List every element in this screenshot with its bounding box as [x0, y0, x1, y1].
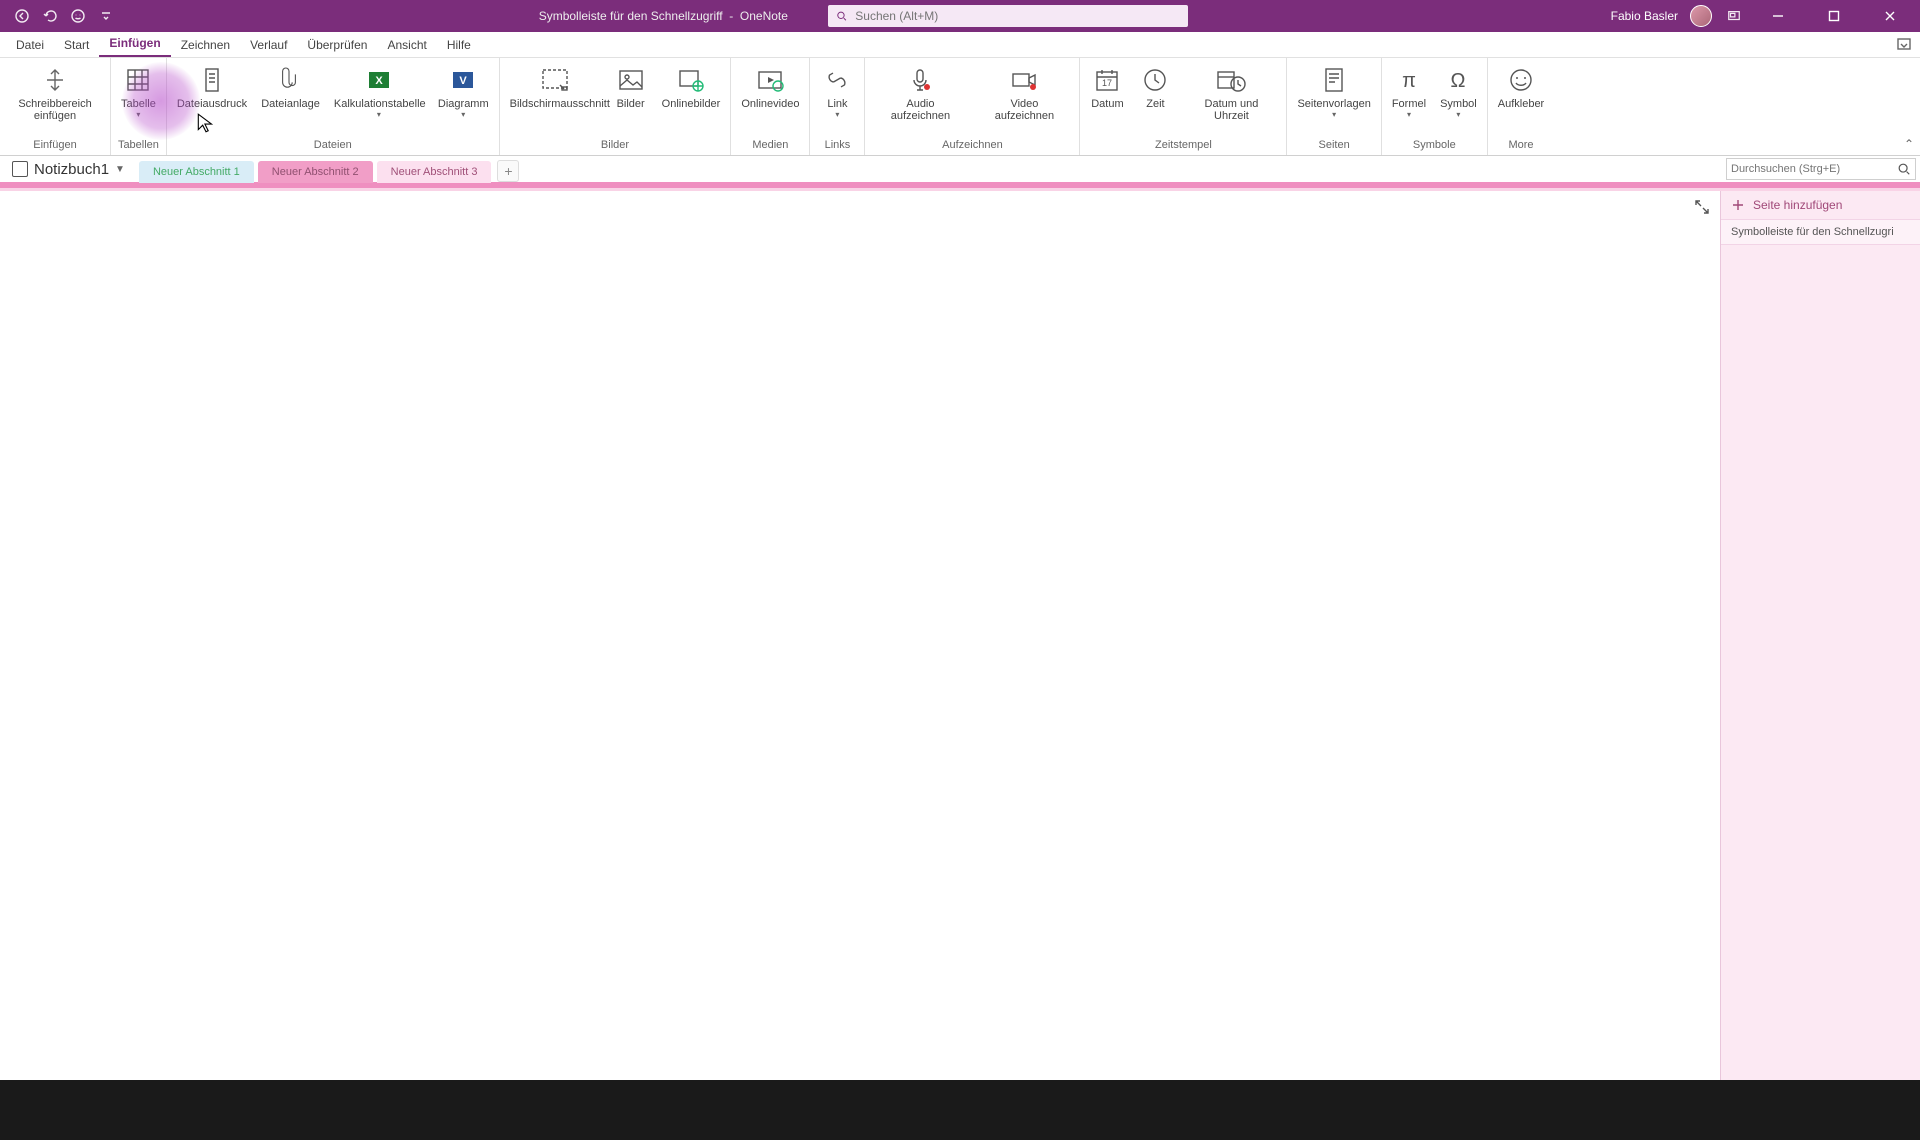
tab-hilfe[interactable]: Hilfe — [437, 34, 481, 57]
title-bar: Symbolleiste für den Schnellzugriff - On… — [0, 0, 1920, 32]
group-label: Bilder — [504, 139, 727, 153]
page-canvas[interactable] — [0, 191, 1720, 1080]
title-text: Symbolleiste für den Schnellzugriff - On… — [539, 9, 788, 23]
group-label: Einfügen — [4, 139, 106, 153]
page-search-input[interactable] — [1731, 163, 1897, 175]
search-box[interactable] — [828, 5, 1188, 27]
close-button[interactable] — [1868, 0, 1912, 32]
table-button[interactable]: Tabelle — [115, 62, 162, 121]
collapse-ribbon-icon[interactable]: ⌃ — [1904, 137, 1914, 151]
window-present-icon[interactable] — [1724, 6, 1744, 26]
page-templates-button[interactable]: Seitenvorlagen — [1291, 62, 1376, 121]
group-label: Links — [814, 139, 860, 153]
section-tab-2[interactable]: Neuer Abschnitt 2 — [258, 161, 373, 183]
avatar[interactable] — [1690, 5, 1712, 27]
plus-icon — [1731, 198, 1745, 212]
group-label: Zeitstempel — [1084, 139, 1282, 153]
tab-ueberpruefen[interactable]: Überprüfen — [297, 34, 377, 57]
date-time-button[interactable]: Datum und Uhrzeit — [1180, 62, 1282, 124]
svg-text:17: 17 — [1102, 78, 1112, 88]
group-label: Medien — [735, 139, 805, 153]
section-tab-3[interactable]: Neuer Abschnitt 3 — [377, 161, 492, 183]
qat-customize-icon[interactable] — [96, 6, 116, 26]
spreadsheet-button[interactable]: X Kalkulationstabelle — [328, 62, 430, 121]
ribbon-display-options-icon[interactable] — [1896, 36, 1912, 55]
ribbon-tabs: Datei Start Einfügen Zeichnen Verlauf Üb… — [0, 32, 1920, 58]
notebook-picker[interactable]: Notizbuch1 ▼ — [8, 159, 135, 180]
maximize-button[interactable] — [1812, 0, 1856, 32]
notebook-name: Notizbuch1 — [34, 161, 109, 178]
group-label: Tabellen — [115, 139, 162, 153]
record-video-button[interactable]: Video aufzeichnen — [973, 62, 1075, 124]
svg-text:Ω: Ω — [1451, 70, 1466, 92]
notebook-icon — [12, 161, 28, 177]
group-label: Dateien — [171, 139, 495, 153]
tab-datei[interactable]: Datei — [6, 34, 54, 57]
pictures-button[interactable]: Bilder — [608, 62, 654, 112]
online-video-button[interactable]: Onlinevideo — [735, 62, 805, 112]
date-button[interactable]: 17 Datum — [1084, 62, 1130, 112]
group-label: Aufzeichnen — [869, 139, 1075, 153]
add-section-button[interactable]: + — [497, 160, 519, 182]
expand-page-icon[interactable] — [1694, 199, 1710, 218]
sections-row: Notizbuch1 ▼ Neuer Abschnitt 1 Neuer Abs… — [0, 156, 1920, 182]
undo-icon[interactable] — [40, 6, 60, 26]
file-attachment-button[interactable]: Dateianlage — [255, 62, 326, 112]
emoji-icon[interactable] — [68, 6, 88, 26]
file-printout-button[interactable]: Dateiausdruck — [171, 62, 253, 112]
equation-button[interactable]: π Formel — [1386, 62, 1432, 121]
page-list-panel: Seite hinzufügen Symbolleiste für den Sc… — [1720, 191, 1920, 1080]
section-tab-1[interactable]: Neuer Abschnitt 1 — [139, 161, 254, 183]
tab-einfuegen[interactable]: Einfügen — [99, 32, 170, 57]
group-label: More — [1492, 139, 1550, 153]
minimize-button[interactable] — [1756, 0, 1800, 32]
insert-space-button[interactable]: Schreibbereich einfügen — [4, 62, 106, 124]
user-name: Fabio Basler — [1611, 9, 1678, 23]
link-button[interactable]: Link — [814, 62, 860, 121]
diagram-button[interactable]: V Diagramm — [432, 62, 495, 121]
record-audio-button[interactable]: Audio aufzeichnen — [869, 62, 971, 124]
group-label: Symbole — [1386, 139, 1483, 153]
svg-text:X: X — [375, 75, 383, 87]
tab-ansicht[interactable]: Ansicht — [377, 34, 436, 57]
quick-access-toolbar — [0, 6, 116, 26]
footer-fill — [0, 1080, 1920, 1140]
time-button[interactable]: Zeit — [1132, 62, 1178, 112]
svg-text:V: V — [460, 75, 468, 87]
back-icon[interactable] — [12, 6, 32, 26]
tab-start[interactable]: Start — [54, 34, 99, 57]
tab-zeichnen[interactable]: Zeichnen — [171, 34, 240, 57]
group-label: Seiten — [1291, 139, 1376, 153]
symbol-button[interactable]: Ω Symbol — [1434, 62, 1483, 121]
ribbon: Schreibbereich einfügen Einfügen Tabelle… — [0, 58, 1920, 156]
add-page-button[interactable]: Seite hinzufügen — [1721, 191, 1920, 219]
page-list-item[interactable]: Symbolleiste für den Schnellzugri — [1721, 219, 1920, 245]
online-pictures-button[interactable]: Onlinebilder — [656, 62, 727, 112]
search-icon — [836, 10, 847, 22]
svg-text:π: π — [1402, 70, 1416, 92]
search-icon — [1897, 162, 1911, 176]
screen-clipping-button[interactable]: Bildschirmausschnitt — [504, 62, 606, 112]
add-page-label: Seite hinzufügen — [1753, 198, 1842, 212]
page-search[interactable] — [1726, 158, 1916, 180]
stickers-button[interactable]: Aufkleber — [1492, 62, 1550, 112]
search-input[interactable] — [855, 9, 1180, 23]
main-area: Seite hinzufügen Symbolleiste für den Sc… — [0, 191, 1920, 1080]
chevron-down-icon: ▼ — [115, 164, 125, 175]
tab-verlauf[interactable]: Verlauf — [240, 34, 297, 57]
